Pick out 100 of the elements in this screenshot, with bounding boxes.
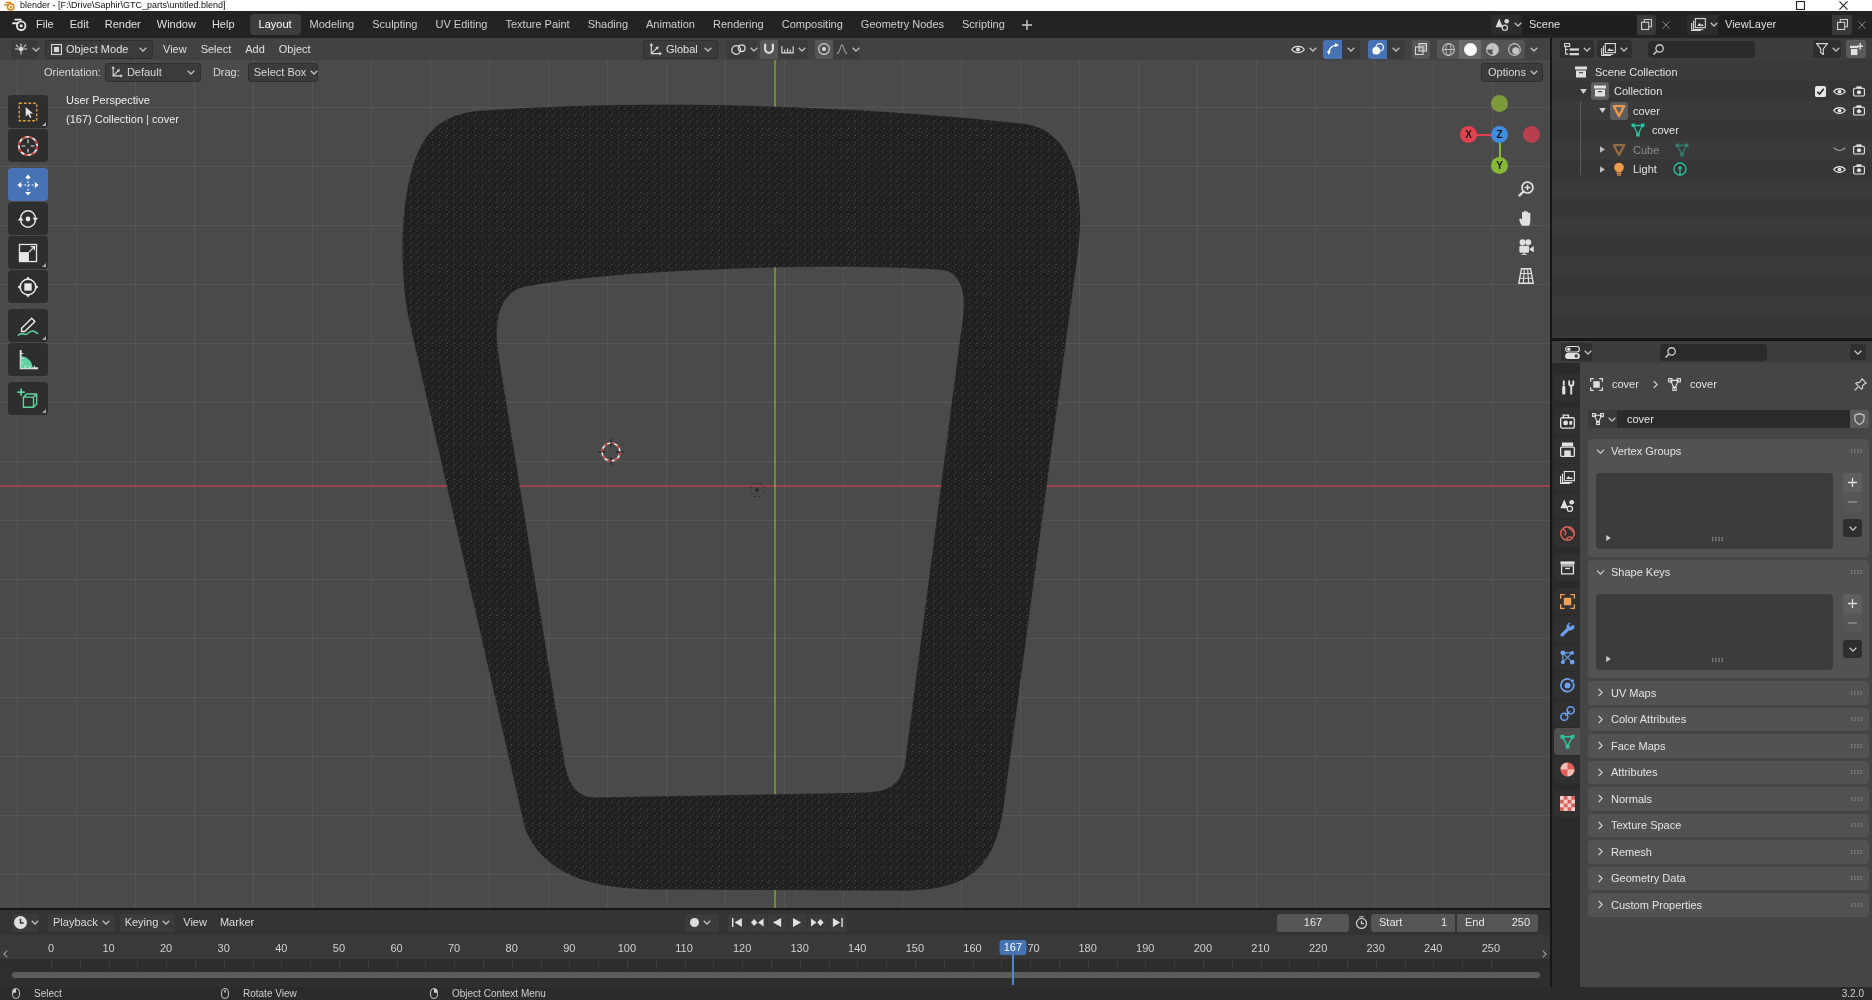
properties-tab[interactable] (1554, 436, 1580, 463)
panel-header[interactable]: Remesh (1588, 840, 1869, 864)
workspace-tab[interactable]: Scripting (953, 14, 1014, 35)
properties-tab[interactable] (1554, 672, 1580, 699)
transform-orientation-dropdown[interactable]: Global (643, 39, 718, 59)
panel-header[interactable]: Color Attributes (1588, 707, 1869, 731)
display-mode-dropdown[interactable] (1560, 40, 1594, 58)
expand-triangle-icon[interactable] (1606, 656, 1611, 662)
outliner-item[interactable]: Collection (1614, 83, 1663, 100)
pin-icon[interactable] (1854, 377, 1867, 391)
workspace-tab[interactable]: Compositing (772, 14, 852, 35)
menu-item[interactable]: View (178, 913, 212, 932)
properties-tab[interactable] (1554, 374, 1580, 401)
checkbox-icon[interactable] (1815, 85, 1826, 97)
closed-eye-icon[interactable] (1833, 147, 1846, 153)
expanded-arrow-icon[interactable] (1579, 88, 1587, 94)
properties-tab[interactable] (1554, 408, 1580, 435)
workspace-tab[interactable]: Animation (637, 14, 704, 35)
next-keyframe-button[interactable] (808, 913, 827, 932)
collapsed-arrow-icon[interactable] (1599, 146, 1605, 154)
view-axis-button[interactable]: X (1460, 126, 1477, 143)
snap-toggle[interactable] (760, 39, 778, 59)
panel-header[interactable]: Custom Properties (1588, 893, 1869, 917)
properties-tab[interactable] (1554, 756, 1580, 783)
properties-tab[interactable] (1554, 464, 1580, 491)
scroll-left-icon[interactable] (3, 950, 8, 958)
new-scene-button[interactable] (1637, 14, 1656, 35)
add-cube-tool[interactable] (8, 382, 48, 415)
properties-tab[interactable] (1554, 492, 1580, 519)
camera-icon[interactable] (1852, 163, 1865, 175)
options-dropdown[interactable]: Options (1481, 62, 1543, 82)
cursor-tool[interactable] (8, 129, 48, 162)
mode-dropdown[interactable]: Object Mode (45, 39, 153, 59)
menu-item[interactable]: Select (193, 39, 239, 59)
workspace-tab[interactable]: Geometry Nodes (851, 14, 953, 35)
panel-header[interactable]: Shape Keys (1588, 560, 1869, 584)
mesh-name-field[interactable]: cover (1617, 410, 1850, 428)
auto-keying-dropdown[interactable] (685, 913, 719, 932)
move-tool[interactable] (8, 168, 48, 201)
add-workspace-icon[interactable] (1021, 19, 1032, 30)
scale-tool[interactable] (8, 236, 48, 269)
panel-header[interactable]: Attributes (1588, 760, 1869, 784)
menu-item[interactable]: Edit (61, 14, 97, 35)
playhead[interactable]: 167 (999, 940, 1027, 955)
scene-selector-dropdown[interactable] (1491, 14, 1521, 35)
editor-type-dropdown[interactable] (12, 913, 38, 932)
drag-grip-icon[interactable] (1851, 449, 1862, 453)
menu-item[interactable]: Window (148, 14, 204, 35)
transform-tool[interactable] (8, 270, 48, 303)
previous-keyframe-button[interactable] (748, 913, 767, 932)
end-frame-field[interactable]: End 250 (1457, 913, 1538, 932)
drag-grip-icon[interactable] (1851, 690, 1862, 695)
menu-item[interactable]: File (28, 14, 62, 35)
drag-grip-icon[interactable] (1851, 823, 1862, 828)
play-button[interactable] (788, 913, 807, 932)
timeline-menu-dropdown[interactable]: Playback (48, 913, 115, 932)
properties-tab[interactable] (1554, 644, 1580, 671)
xray-toggle[interactable] (1412, 39, 1430, 59)
panel-header[interactable]: UV Maps (1588, 681, 1869, 705)
select-box-tool[interactable] (8, 95, 48, 128)
shading-mode-button[interactable] (1503, 39, 1525, 59)
camera-icon[interactable] (1852, 144, 1865, 156)
fake-user-button[interactable] (1850, 410, 1869, 428)
timeline-menu-dropdown[interactable]: Keying (119, 913, 176, 932)
shading-mode-button[interactable] (1437, 39, 1459, 59)
jump-to-start-button[interactable] (728, 913, 747, 932)
eye-icon[interactable] (1833, 106, 1846, 116)
drag-grip-icon[interactable] (1851, 743, 1862, 748)
workspace-tab[interactable]: Sculpting (363, 14, 427, 35)
scroll-right-icon[interactable] (1542, 950, 1547, 958)
new-view-layer-button[interactable] (1832, 14, 1852, 35)
close-icon[interactable] (1839, 1, 1848, 10)
view-layer-selector-dropdown[interactable] (1687, 14, 1717, 35)
filter-dropdown[interactable] (1813, 40, 1841, 58)
shading-mode-button[interactable] (1481, 39, 1503, 59)
shading-mode-button[interactable] (1459, 39, 1481, 59)
current-frame-field[interactable]: 167 (1277, 913, 1349, 932)
search-field[interactable] (1648, 40, 1755, 58)
options-dropdown[interactable] (1850, 344, 1866, 360)
outliner-item[interactable]: cover (1633, 102, 1660, 119)
orientation-dropdown[interactable]: Default (104, 62, 201, 82)
editor-type-dropdown[interactable] (1561, 343, 1592, 361)
scrollbar[interactable] (12, 972, 1540, 978)
movie-camera-icon[interactable] (1518, 239, 1534, 255)
overlays-toggle[interactable] (1368, 39, 1387, 59)
measure-tool[interactable] (8, 343, 48, 376)
annotate-tool[interactable] (8, 309, 48, 342)
new-collection-button[interactable] (1846, 40, 1866, 58)
menu-item[interactable]: Render (96, 14, 149, 35)
properties-tab[interactable] (1554, 616, 1580, 643)
menu-item[interactable]: Help (203, 14, 243, 35)
menu-item[interactable]: Marker (214, 913, 260, 932)
camera-icon[interactable] (1852, 85, 1865, 97)
maximize-icon[interactable] (1796, 1, 1805, 10)
drag-grip-icon[interactable] (1851, 849, 1862, 854)
workspace-tab[interactable]: Shading (578, 14, 638, 35)
drag-grip-icon[interactable] (1851, 570, 1862, 574)
panel-header[interactable]: Face Maps (1588, 734, 1869, 758)
view-axis-button[interactable]: Z (1491, 126, 1508, 143)
workspace-tab[interactable]: Layout (249, 14, 301, 35)
